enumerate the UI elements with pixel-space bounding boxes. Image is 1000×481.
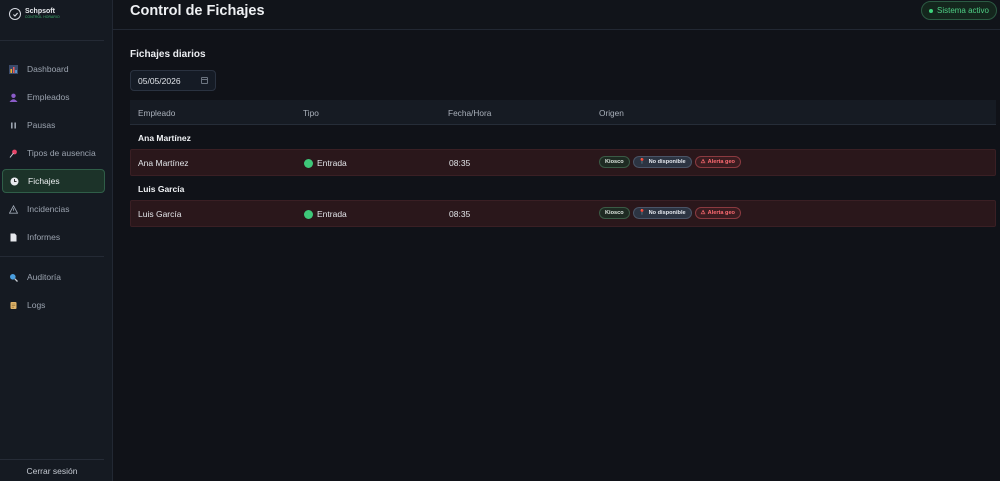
header: Control de Fichajes Sistema activo bbox=[113, 0, 1000, 30]
pin-icon bbox=[8, 148, 18, 158]
clock-icon bbox=[9, 176, 19, 186]
sidebar-item-label: Tipos de ausencia bbox=[27, 148, 96, 158]
brand-name: Schpsoft bbox=[25, 8, 55, 16]
status-badge: Sistema activo bbox=[921, 1, 997, 20]
warning-icon bbox=[8, 204, 18, 214]
status-dot-icon bbox=[304, 158, 313, 168]
date-value: 05/05/2026 bbox=[138, 75, 181, 86]
sidebar-item-empleados[interactable]: Empleados bbox=[2, 85, 105, 109]
sidebar-item-tipos-de-ausencia[interactable]: Tipos de ausencia bbox=[2, 141, 105, 165]
origin-badge: Kiosco bbox=[599, 207, 630, 219]
status-dot-icon bbox=[928, 8, 933, 13]
location-badge: 📍 No disponible bbox=[632, 207, 692, 219]
pin-icon: 📍 bbox=[638, 210, 646, 216]
tipo-cell: Entrada bbox=[304, 209, 347, 219]
sidebar-item-dashboard[interactable]: Dashboard bbox=[2, 57, 105, 81]
warning-icon: ⚠ bbox=[700, 159, 706, 165]
table-header: Empleado Tipo Fecha/Hora Origen bbox=[130, 100, 996, 125]
location-badge-label: No disponible bbox=[648, 210, 686, 216]
sidebar-item-label: Fichajes bbox=[28, 176, 60, 186]
sidebar: Schpsoft CONTROL HORARIO Dashboard Emple… bbox=[0, 0, 113, 481]
sidebar-item-label: Auditoría bbox=[27, 272, 62, 282]
time-cell: 08:35 bbox=[449, 209, 471, 219]
scroll-icon bbox=[8, 300, 18, 310]
logo-icon bbox=[9, 8, 21, 20]
origin-badges: Kiosco 📍 No disponible ⚠ Alerta geo bbox=[599, 156, 744, 168]
page-title: Control de Fichajes bbox=[130, 3, 265, 19]
pause-icon bbox=[8, 120, 18, 130]
chart-icon bbox=[8, 64, 18, 74]
pin-icon: 📍 bbox=[638, 159, 646, 165]
sidebar-item-label: Informes bbox=[27, 232, 61, 242]
column-header-tipo: Tipo bbox=[303, 108, 319, 118]
sidebar-item-label: Empleados bbox=[27, 92, 70, 102]
employee-cell: Ana Martínez bbox=[138, 158, 189, 168]
sidebar-item-informes[interactable]: Informes bbox=[2, 225, 105, 249]
geo-alert-badge: ⚠ Alerta geo bbox=[694, 156, 741, 168]
sidebar-item-logs[interactable]: Logs bbox=[2, 293, 105, 317]
location-badge-label: No disponible bbox=[648, 159, 686, 165]
sidebar-item-label: Logs bbox=[27, 300, 46, 310]
group-title: Luis García bbox=[138, 184, 185, 194]
column-header-origen: Origen bbox=[599, 108, 624, 118]
column-header-fecha-hora: Fecha/Hora bbox=[448, 108, 492, 118]
sidebar-divider bbox=[0, 256, 104, 257]
user-icon bbox=[8, 92, 18, 102]
section-title: Fichajes diarios bbox=[130, 49, 206, 60]
employee-cell: Luis García bbox=[138, 209, 182, 219]
sidebar-item-pausas[interactable]: Pausas bbox=[2, 113, 105, 137]
time-cell: 08:35 bbox=[449, 158, 471, 168]
logout-button[interactable]: Cerrar sesión bbox=[0, 459, 104, 481]
status-dot-icon bbox=[304, 209, 313, 219]
brand[interactable]: Schpsoft CONTROL HORARIO bbox=[9, 8, 60, 20]
status-text: Sistema activo bbox=[936, 6, 990, 15]
tipo-cell: Entrada bbox=[304, 158, 347, 168]
table-row[interactable]: Ana Martínez Entrada 08:35 Kiosco 📍 No d… bbox=[130, 149, 996, 176]
sidebar-item-fichajes[interactable]: Fichajes bbox=[2, 169, 105, 193]
geo-alert-label: Alerta geo bbox=[707, 159, 735, 165]
search-icon bbox=[8, 272, 18, 282]
brand-subtitle: CONTROL HORARIO bbox=[25, 15, 60, 20]
column-header-empleado: Empleado bbox=[138, 108, 176, 118]
location-badge: 📍 No disponible bbox=[632, 156, 692, 168]
date-input[interactable]: 05/05/2026 bbox=[130, 70, 216, 91]
sidebar-divider bbox=[0, 40, 104, 41]
sidebar-item-label: Pausas bbox=[27, 120, 56, 130]
calendar-icon[interactable] bbox=[201, 77, 208, 84]
sidebar-item-auditoria[interactable]: Auditoría bbox=[2, 265, 105, 289]
geo-alert-label: Alerta geo bbox=[707, 210, 735, 216]
sidebar-item-label: Incidencias bbox=[27, 204, 70, 214]
document-icon bbox=[8, 232, 18, 242]
sidebar-item-label: Dashboard bbox=[27, 64, 69, 74]
warning-icon: ⚠ bbox=[700, 210, 706, 216]
sidebar-item-incidencias[interactable]: Incidencias bbox=[2, 197, 105, 221]
origin-badges: Kiosco 📍 No disponible ⚠ Alerta geo bbox=[599, 207, 744, 219]
origin-badge: Kiosco bbox=[599, 156, 630, 168]
group-title: Ana Martínez bbox=[138, 133, 191, 143]
tipo-label: Entrada bbox=[317, 158, 347, 168]
table-row[interactable]: Luis García Entrada 08:35 Kiosco 📍 No di… bbox=[130, 200, 996, 227]
geo-alert-badge: ⚠ Alerta geo bbox=[694, 207, 741, 219]
tipo-label: Entrada bbox=[317, 209, 347, 219]
